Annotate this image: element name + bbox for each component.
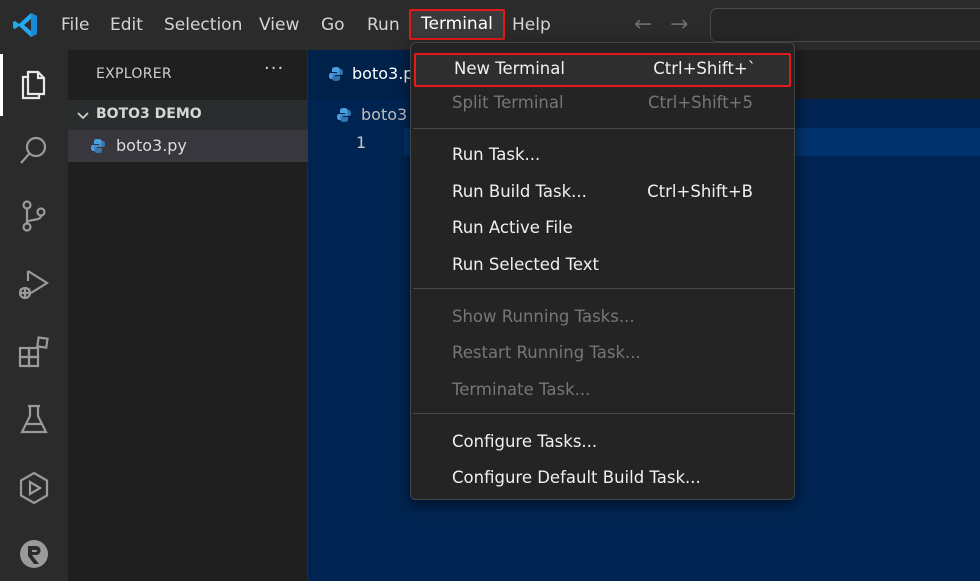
menu-split-terminal[interactable]: Split Terminal Ctrl+Shift+5 (411, 87, 794, 121)
menu-item-label: Configure Tasks... (452, 432, 598, 451)
menu-item-shortcut: Ctrl+Shift+` (653, 59, 756, 78)
terminal-menu-dropdown: New Terminal Ctrl+Shift+` Split Terminal… (410, 42, 795, 500)
folder-name: BOTO3 DEMO (96, 106, 202, 122)
menu-view[interactable]: View (259, 0, 299, 50)
menu-terminate-task[interactable]: Terminate Task... (411, 374, 794, 408)
file-row[interactable]: boto3.py (68, 130, 308, 162)
menu-item-label: Show Running Tasks... (452, 307, 635, 326)
menu-item-label: Split Terminal (452, 93, 564, 112)
menu-separator (413, 288, 794, 289)
menu-item-shortcut: Ctrl+Shift+5 (647, 93, 753, 112)
menu-item-label: Run Active File (452, 218, 573, 237)
menu-go[interactable]: Go (321, 0, 345, 50)
explorer-sidebar: EXPLORER ··· BOTO3 DEMO boto3.py (68, 50, 308, 581)
explorer-icon[interactable] (16, 66, 52, 102)
search-icon[interactable] (16, 132, 52, 168)
run-debug-icon[interactable] (16, 266, 52, 302)
line-number: 1 (356, 133, 367, 152)
extensions-icon[interactable] (16, 334, 52, 370)
menu-item-label: New Terminal (454, 59, 565, 78)
menu-run-build-task[interactable]: Run Build Task... Ctrl+Shift+B (411, 176, 794, 210)
sidebar-title: EXPLORER (96, 66, 172, 82)
breadcrumb[interactable]: boto3 (361, 105, 407, 124)
menu-show-running-tasks[interactable]: Show Running Tasks... (411, 301, 794, 335)
menu-configure-default-build-task[interactable]: Configure Default Build Task... (411, 462, 794, 496)
menu-separator (413, 413, 794, 414)
menu-run-task[interactable]: Run Task... (411, 139, 794, 173)
menu-item-label: Run Task... (452, 145, 541, 164)
menu-separator (413, 128, 794, 129)
menu-run[interactable]: Run (367, 0, 400, 50)
back-arrow-icon[interactable]: ← (634, 12, 652, 38)
source-control-icon[interactable] (16, 198, 52, 234)
forward-arrow-icon[interactable]: → (670, 12, 688, 38)
python-file-icon (337, 108, 351, 122)
testing-icon[interactable] (16, 402, 52, 438)
menu-edit[interactable]: Edit (110, 0, 143, 50)
menu-item-label: Restart Running Task... (452, 343, 641, 362)
command-center-search[interactable] (710, 8, 980, 42)
menu-item-shortcut: Ctrl+Shift+B (647, 182, 753, 201)
chevron-down-icon (77, 112, 89, 120)
vscode-window: File Edit Selection View Go Run Terminal… (0, 0, 980, 581)
menu-item-label: Run Build Task... (452, 182, 587, 201)
menu-selection[interactable]: Selection (164, 0, 242, 50)
r-icon[interactable] (16, 536, 52, 572)
tab-label: boto3.p (352, 64, 414, 83)
python-file-icon (329, 67, 343, 81)
menu-terminal[interactable]: Terminal (409, 9, 505, 40)
vscode-logo-icon[interactable] (12, 12, 38, 38)
menu-run-selected-text[interactable]: Run Selected Text (411, 249, 794, 283)
activity-bar (0, 50, 68, 581)
menu-item-label: Terminate Task... (452, 380, 591, 399)
menu-item-label: Configure Default Build Task... (452, 468, 701, 487)
menu-restart-running-task[interactable]: Restart Running Task... (411, 337, 794, 371)
menu-configure-tasks[interactable]: Configure Tasks... (411, 426, 794, 460)
menu-run-active-file[interactable]: Run Active File (411, 212, 794, 246)
python-file-icon (91, 139, 105, 153)
file-name: boto3.py (116, 136, 187, 155)
more-actions-icon[interactable]: ··· (264, 58, 284, 79)
active-indicator (0, 54, 3, 116)
remote-explorer-icon[interactable] (16, 470, 52, 506)
menu-item-label: Run Selected Text (452, 255, 600, 274)
menu-new-terminal[interactable]: New Terminal Ctrl+Shift+` (414, 53, 791, 87)
menu-file[interactable]: File (61, 0, 89, 50)
folder-row[interactable]: BOTO3 DEMO (68, 100, 308, 130)
